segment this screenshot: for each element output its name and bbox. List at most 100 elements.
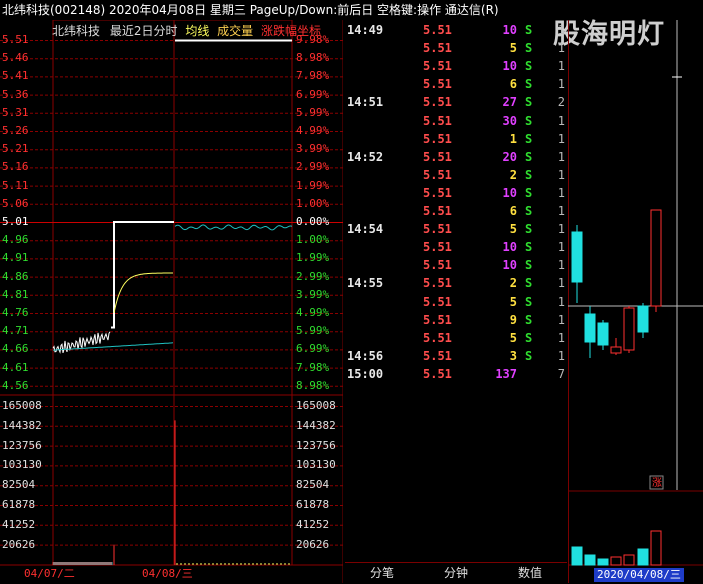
tick-volume: 1 <box>509 131 517 146</box>
tick-price: 5.51 <box>423 113 452 128</box>
avg-price-curve <box>113 272 173 314</box>
tick-price: 5.51 <box>423 59 452 74</box>
tick-row[interactable]: 15:00 5.51 137 7 <box>345 365 567 383</box>
volume-label-right: 41252 <box>296 517 330 531</box>
tick-row[interactable]: 5.51 1 S 1 <box>345 130 567 148</box>
percent-label: 8.98% <box>296 51 330 65</box>
tick-volume: 6 <box>509 204 517 218</box>
percent-label: 7.98% <box>296 360 330 374</box>
tick-price: 5.51 <box>423 366 452 381</box>
tick-row[interactable]: 5.51 10 S 1 <box>345 238 567 256</box>
price-label: 4.86 <box>2 269 29 283</box>
kline-volume-bar <box>597 558 609 566</box>
tick-price: 5.51 <box>423 77 452 92</box>
tick-price: 5.51 <box>423 294 452 309</box>
tick-row[interactable]: 5.51 5 S 1 <box>345 329 567 347</box>
price-label: 5.06 <box>2 196 29 210</box>
tick-volume: 10 <box>502 59 517 74</box>
tick-row[interactable]: 14:52 5.51 20 S 1 <box>345 148 567 166</box>
kline-candle-body <box>584 313 596 343</box>
tick-price: 5.51 <box>423 131 452 146</box>
tick-row[interactable]: 14:51 5.51 27 S 2 <box>345 93 567 111</box>
price-label: 4.61 <box>2 360 29 374</box>
kline-volume-bar <box>584 554 596 566</box>
kline-candle-body <box>571 231 583 283</box>
tick-row[interactable]: 5.51 30 S 1 <box>345 112 567 130</box>
percent-label: 3.99% <box>296 142 330 156</box>
kline-volume-bar <box>571 546 583 566</box>
tick-row[interactable]: 5.51 6 S 1 <box>345 75 567 93</box>
intraday-chart-panel[interactable]: 北纬科技 最近2日分时 均线 成交量 涨跌幅坐标 5.51 5.46 5.41 5.3… <box>0 20 343 583</box>
tick-direction: S <box>525 330 533 345</box>
volume-label-right: 165008 <box>296 399 336 412</box>
tick-count: 1 <box>557 222 565 237</box>
kline-date-label: 2020/04/08/三 <box>594 568 684 582</box>
tick-price: 5.51 <box>423 23 452 37</box>
price-label: 5.16 <box>2 160 29 174</box>
tick-volume: 137 <box>495 366 517 381</box>
tick-volume: 10 <box>502 23 517 37</box>
tick-row[interactable]: 14:49 5.51 10 S 1 <box>345 21 567 39</box>
tick-direction: S <box>525 167 533 182</box>
tick-direction: S <box>525 41 533 56</box>
kline-panel[interactable]: 涨 <box>568 20 703 583</box>
kline-volume-bar <box>610 556 622 566</box>
tick-volume: 27 <box>502 95 517 110</box>
tick-row[interactable]: 5.51 5 S 1 <box>345 293 567 311</box>
tick-direction: S <box>525 258 533 273</box>
tab-minute[interactable]: 分钟 <box>419 563 493 584</box>
tick-count: 1 <box>557 294 565 309</box>
kline-candle-body <box>610 346 622 354</box>
tick-direction: S <box>525 348 533 363</box>
legend-avg: 均线 <box>185 24 210 38</box>
tick-direction: S <box>525 59 533 74</box>
chart-frame <box>52 20 293 566</box>
volume-label-right: 61878 <box>296 498 330 511</box>
tick-direction: S <box>525 149 533 164</box>
tick-row[interactable]: 5.51 9 S 1 <box>345 311 567 329</box>
price-label: 5.46 <box>2 51 29 65</box>
tick-count: 1 <box>557 276 565 291</box>
tick-volume: 30 <box>502 113 517 128</box>
tick-count: 1 <box>557 204 565 218</box>
price-label: 4.71 <box>2 324 29 338</box>
tick-direction: S <box>525 222 533 237</box>
tick-row[interactable]: 5.51 10 S 1 <box>345 184 567 202</box>
tick-count: 1 <box>557 330 565 345</box>
tick-row[interactable]: 5.51 6 S 1 <box>345 202 567 220</box>
price-label: 5.51 <box>2 33 29 46</box>
tick-volume: 2 <box>509 167 517 182</box>
date-label-day1: 04/07/二 <box>24 567 75 580</box>
tick-volume: 6 <box>509 77 517 92</box>
tick-row[interactable]: 5.51 5 S 1 <box>345 39 567 57</box>
tick-row[interactable]: 5.51 10 S 1 <box>345 57 567 75</box>
tick-list[interactable]: 14:49 5.51 10 S 1 5.51 5 S 1 5.51 10 S 1 5.51 6 S 1 14:51… <box>345 20 567 583</box>
percent-label: 1.00% <box>296 196 330 210</box>
chart-legend: 北纬科技 最近2日分时 均线 成交量 涨跌幅坐标 <box>52 22 321 39</box>
tick-volume: 5 <box>509 294 517 309</box>
tab-values[interactable]: 数值 <box>493 563 567 584</box>
price-label: 4.96 <box>2 233 29 247</box>
tick-price: 5.51 <box>423 312 452 327</box>
price-label: 5.36 <box>2 87 29 101</box>
tick-row[interactable]: 5.51 10 S 1 <box>345 256 567 274</box>
volume-label-left: 165008 <box>2 399 42 412</box>
price-label: 4.81 <box>2 287 29 301</box>
tick-row[interactable]: 14:54 5.51 5 S 1 <box>345 220 567 238</box>
tick-row[interactable]: 14:56 5.51 3 S 1 <box>345 347 567 365</box>
tick-direction: S <box>525 294 533 309</box>
intraday-chart-svg <box>0 20 343 583</box>
tick-volume: 10 <box>502 240 517 255</box>
tab-ticks[interactable]: 分笔 <box>345 563 419 584</box>
tick-count: 1 <box>557 258 565 273</box>
tick-direction: S <box>525 312 533 327</box>
tick-row[interactable]: 5.51 2 S 1 <box>345 166 567 184</box>
price-label: 5.01 <box>2 215 29 228</box>
tick-direction: S <box>525 113 533 128</box>
tick-row[interactable]: 14:55 5.51 2 S 1 <box>345 274 567 292</box>
bottom-tabs: 分笔 分钟 数值 <box>345 562 567 584</box>
kline-candle-body <box>623 307 635 351</box>
tick-count: 1 <box>557 131 565 146</box>
volume-label-left: 61878 <box>2 498 36 511</box>
tick-time: 14:51 <box>347 95 384 110</box>
